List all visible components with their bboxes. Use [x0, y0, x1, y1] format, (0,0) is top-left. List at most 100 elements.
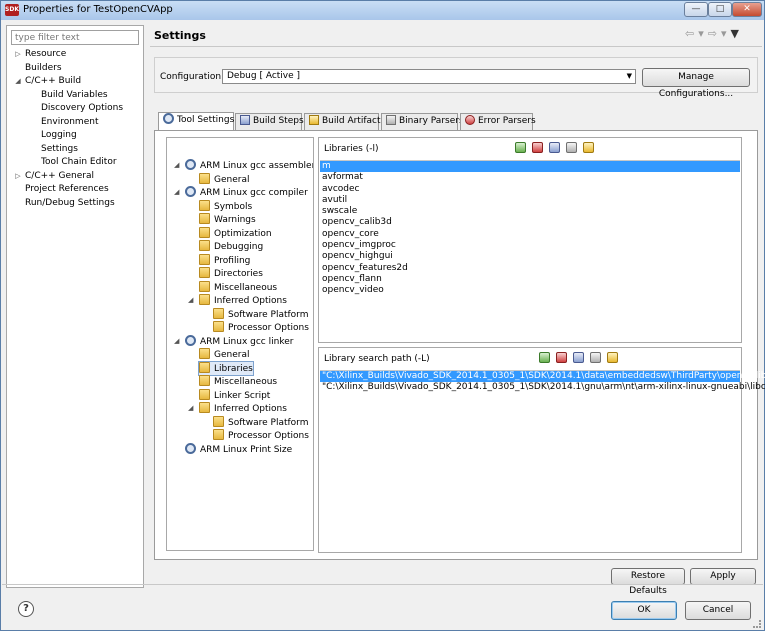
- twisty-icon[interactable]: ◢: [174, 335, 179, 348]
- delete-icon[interactable]: [556, 352, 567, 363]
- nav-item[interactable]: Discovery Options: [7, 102, 143, 116]
- nav-item[interactable]: ◢ C/C++ Build: [7, 75, 143, 89]
- tab-build-artifact[interactable]: Build Artifact: [304, 113, 381, 130]
- twisty-icon[interactable]: ◢: [188, 402, 193, 415]
- library-item[interactable]: opencv_calib3d: [320, 217, 740, 228]
- tool-tree-label: ARM Linux gcc compiler: [200, 188, 308, 198]
- library-item[interactable]: opencv_flann: [320, 274, 740, 285]
- help-icon[interactable]: ?: [18, 601, 34, 617]
- library-item[interactable]: opencv_core: [320, 229, 740, 240]
- library-path-item[interactable]: "C:\Xilinx_Builds\Vivado_SDK_2014.1_0305…: [320, 371, 765, 383]
- move-up-icon[interactable]: [566, 142, 577, 153]
- library-item[interactable]: avformat: [320, 172, 740, 183]
- tool-settings-icon: [163, 113, 174, 124]
- ok-button[interactable]: OK: [611, 601, 677, 620]
- move-down-icon[interactable]: [607, 352, 618, 363]
- nav-item[interactable]: Logging: [7, 129, 143, 143]
- tool-tree-item[interactable]: Software Platform: [213, 307, 309, 321]
- tab-tool-settings[interactable]: Tool Settings: [158, 112, 234, 130]
- minimize-button[interactable]: —: [684, 2, 708, 17]
- twisty-icon[interactable]: ◢: [13, 75, 23, 89]
- move-down-icon[interactable]: [583, 142, 594, 153]
- tool-tree-item[interactable]: ◢ Inferred Options: [188, 294, 287, 307]
- tool-tree-item[interactable]: ◢ Inferred Options: [188, 402, 287, 415]
- forward-arrow-icon[interactable]: ⇨: [708, 27, 718, 40]
- cancel-button[interactable]: Cancel: [685, 601, 751, 620]
- nav-item[interactable]: Tool Chain Editor: [7, 156, 143, 170]
- tool-tree-item[interactable]: Symbols: [199, 199, 252, 213]
- apply-button[interactable]: Apply: [690, 568, 756, 585]
- tool-tree-item[interactable]: ◢ ARM Linux gcc linker: [174, 334, 293, 348]
- library-item[interactable]: opencv_features2d: [320, 263, 740, 274]
- configuration-select[interactable]: Debug [ Active ] ▼: [222, 69, 636, 84]
- nav-item-label: Environment: [41, 116, 99, 127]
- back-menu-icon[interactable]: ▾: [698, 27, 705, 40]
- nav-item[interactable]: Run/Debug Settings: [7, 197, 143, 211]
- library-item[interactable]: opencv_video: [320, 285, 740, 296]
- tab-build-steps[interactable]: Build Steps: [235, 113, 304, 130]
- tool-tree-item[interactable]: Miscellaneous: [199, 280, 277, 294]
- tool-tree-item[interactable]: General: [199, 172, 249, 186]
- view-menu-icon[interactable]: ▼: [731, 27, 740, 40]
- edit-icon[interactable]: [573, 352, 584, 363]
- nav-item[interactable]: Environment: [7, 116, 143, 130]
- nav-item[interactable]: Settings: [7, 143, 143, 157]
- title-bar[interactable]: SDK Properties for TestOpenCVApp — □ ✕: [1, 1, 764, 20]
- library-path-item[interactable]: "C:\Xilinx_Builds\Vivado_SDK_2014.1_0305…: [320, 382, 765, 393]
- twisty-icon[interactable]: ◢: [174, 159, 179, 172]
- tool-tree-item[interactable]: Libraries: [198, 360, 254, 376]
- twisty-icon[interactable]: ◢: [188, 294, 193, 307]
- manage-configurations-button[interactable]: Manage Configurations...: [642, 68, 750, 99]
- tool-tree-item[interactable]: Linker Script: [199, 388, 270, 402]
- twisty-icon[interactable]: ▷: [13, 48, 23, 62]
- library-item[interactable]: avutil: [320, 195, 740, 206]
- libraries-list[interactable]: m avformat avcodec avutil swscale opencv_cali…: [320, 160, 740, 341]
- resize-grip[interactable]: [753, 620, 761, 628]
- nav-item[interactable]: Project References: [7, 183, 143, 197]
- add-icon[interactable]: [539, 352, 550, 363]
- tool-tree-item[interactable]: Processor Options: [213, 321, 309, 334]
- tool-tree-item[interactable]: Optimization: [199, 226, 272, 240]
- close-button[interactable]: ✕: [732, 2, 762, 17]
- tool-tree-item[interactable]: ◢ ARM Linux gcc compiler: [174, 186, 308, 199]
- property-tree: ▷ Resource Builders ◢ C/C++ Build Build Varia…: [7, 48, 143, 210]
- tool-tree-item[interactable]: Debugging: [199, 240, 263, 253]
- tool-tree-item[interactable]: Miscellaneous: [199, 375, 277, 388]
- tool-tree-item[interactable]: Profiling: [199, 253, 250, 267]
- library-path-toolbar: [539, 352, 624, 364]
- tool-tree-label: Software Platform: [228, 417, 309, 428]
- tool-tree-item[interactable]: General: [199, 348, 249, 361]
- nav-item[interactable]: Builders: [7, 62, 143, 76]
- tab-error-parsers[interactable]: Error Parsers: [460, 113, 536, 130]
- library-item[interactable]: m: [320, 161, 740, 173]
- restore-defaults-button[interactable]: Restore Defaults: [611, 568, 685, 596]
- nav-item[interactable]: ▷ Resource: [7, 48, 143, 62]
- nav-item[interactable]: Build Variables: [7, 89, 143, 103]
- tool-tree-item[interactable]: ◢ ARM Linux gcc assembler: [174, 159, 313, 172]
- twisty-icon[interactable]: ◢: [174, 186, 179, 199]
- tool-tree-label: Processor Options: [228, 431, 309, 441]
- library-item[interactable]: opencv_imgproc: [320, 240, 740, 251]
- delete-icon[interactable]: [532, 142, 543, 153]
- move-up-icon[interactable]: [590, 352, 601, 363]
- maximize-button[interactable]: □: [708, 2, 732, 17]
- library-item[interactable]: swscale: [320, 206, 740, 217]
- edit-icon[interactable]: [549, 142, 560, 153]
- library-path-list[interactable]: "C:\Xilinx_Builds\Vivado_SDK_2014.1_0305…: [320, 370, 765, 551]
- nav-item[interactable]: ▷ C/C++ General: [7, 170, 143, 184]
- back-arrow-icon[interactable]: ⇦: [685, 27, 695, 40]
- tool-tree-item[interactable]: Processor Options: [213, 429, 309, 442]
- folder-icon: [199, 172, 210, 184]
- forward-menu-icon[interactable]: ▾: [721, 27, 728, 40]
- tool-tree-item[interactable]: Directories: [199, 267, 263, 280]
- add-icon[interactable]: [515, 142, 526, 153]
- library-item[interactable]: avcodec: [320, 184, 740, 195]
- tool-tree-item[interactable]: Software Platform: [213, 415, 309, 429]
- tool-tree-item[interactable]: Warnings: [199, 213, 256, 226]
- twisty-icon[interactable]: ▷: [13, 170, 23, 184]
- folder-icon: [199, 361, 210, 373]
- filter-input[interactable]: [11, 30, 139, 45]
- tab-binary-parsers[interactable]: Binary Parsers: [381, 113, 464, 130]
- library-item[interactable]: opencv_highgui: [320, 251, 740, 262]
- tool-tree-item[interactable]: ARM Linux Print Size: [185, 442, 292, 456]
